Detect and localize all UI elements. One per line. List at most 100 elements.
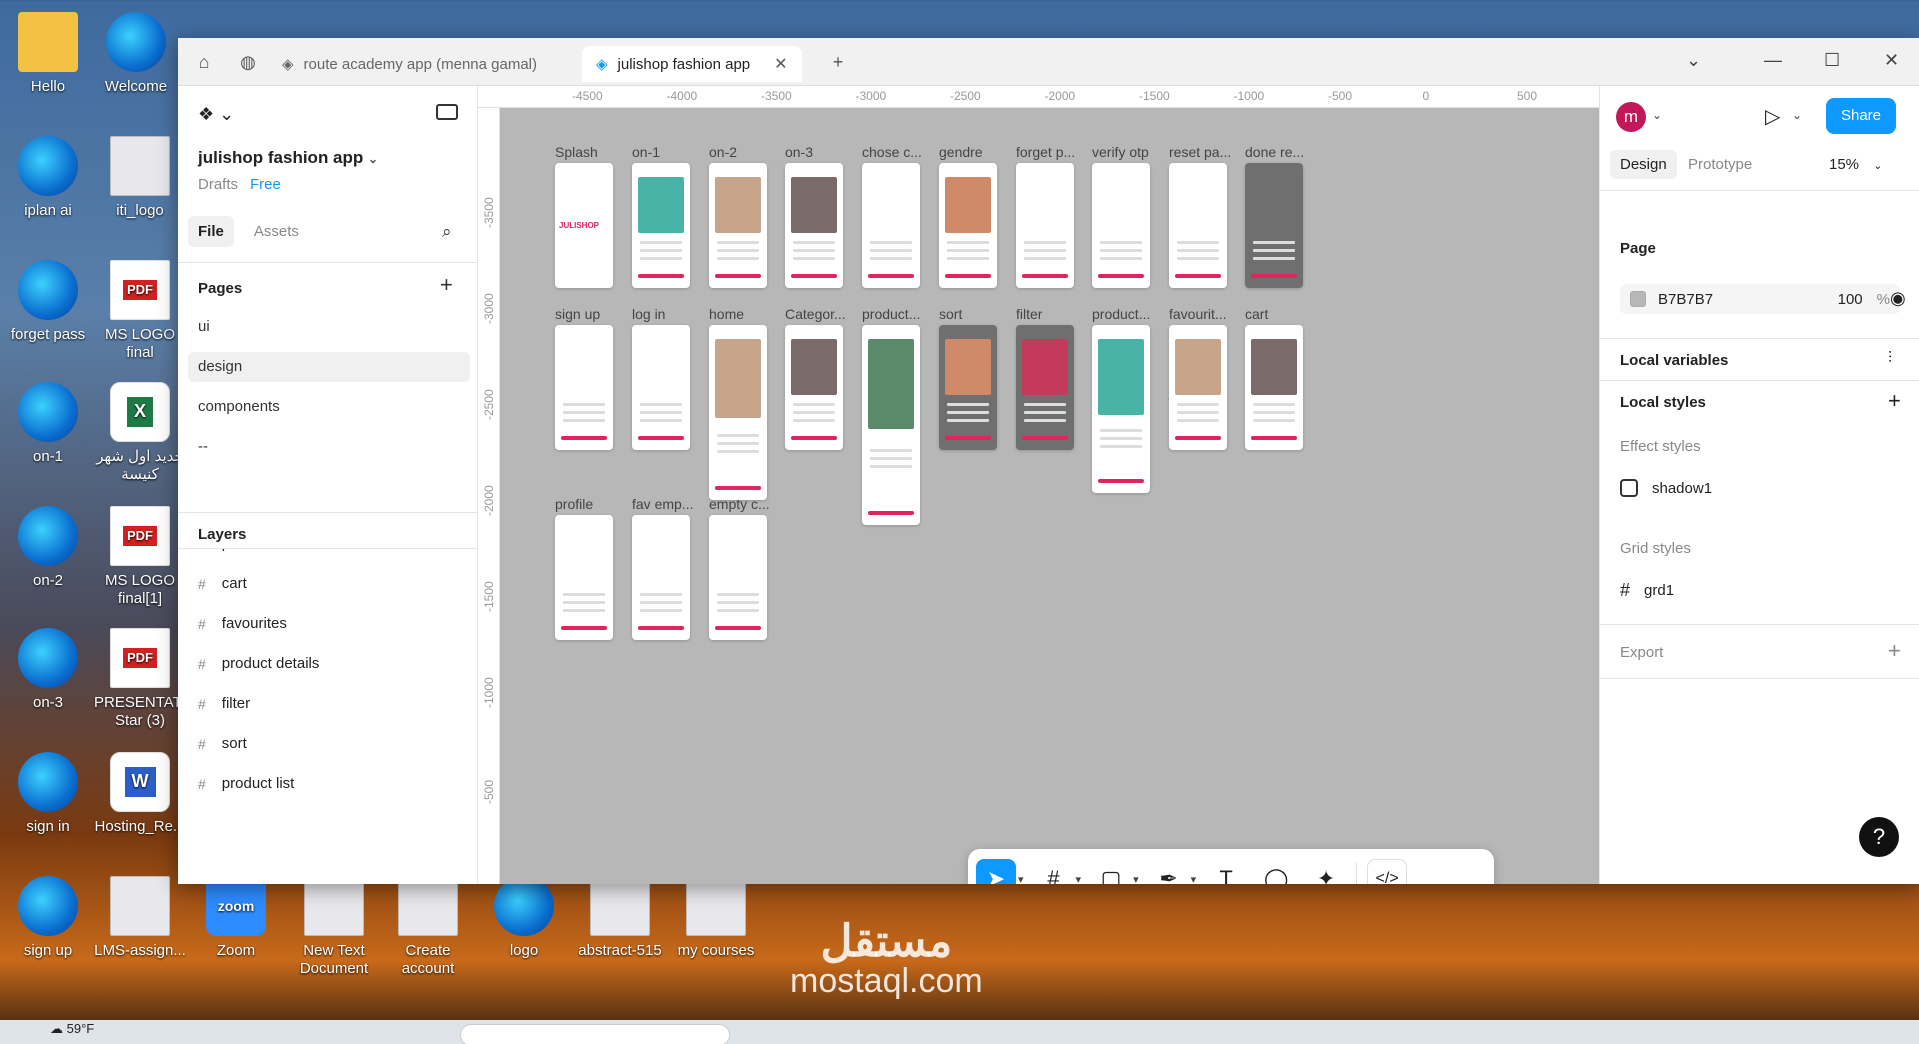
globe-icon[interactable]: ◍ bbox=[236, 50, 260, 74]
frame-label[interactable]: forget p... bbox=[1016, 144, 1075, 160]
layer-item[interactable]: # favourites bbox=[198, 615, 287, 632]
desktop-icon[interactable]: abstract-515 bbox=[572, 876, 668, 960]
present-play-icon[interactable]: ▷ bbox=[1765, 104, 1780, 129]
frame-label[interactable]: Categor... bbox=[785, 306, 846, 322]
frame-label[interactable]: profile bbox=[555, 496, 593, 512]
tab-prototype[interactable]: Prototype bbox=[1678, 150, 1762, 179]
chevron-down-icon[interactable]: ▾ bbox=[1191, 873, 1197, 885]
frame-label[interactable]: verify otp bbox=[1092, 144, 1149, 160]
close-tab-icon[interactable]: ✕ bbox=[774, 54, 787, 74]
color-swatch[interactable] bbox=[1630, 291, 1646, 307]
chevron-down-icon[interactable]: ⌄ bbox=[1652, 108, 1662, 122]
desktop-icon[interactable]: on-2 bbox=[0, 506, 96, 590]
chevron-down-icon[interactable]: ⌄ bbox=[1873, 160, 1882, 172]
actions-tool-icon[interactable]: ✦ bbox=[1306, 859, 1346, 884]
frame-thumbnail[interactable] bbox=[632, 325, 690, 450]
chevron-down-icon[interactable]: ⌄ bbox=[1792, 108, 1802, 122]
frame-label[interactable]: on-3 bbox=[785, 144, 813, 160]
frame-label[interactable]: sign up bbox=[555, 306, 600, 322]
frame-thumbnail[interactable] bbox=[785, 163, 843, 288]
eye-icon[interactable]: ◉ bbox=[1890, 288, 1906, 309]
figma-menu-icon[interactable]: ❖ ⌄ bbox=[198, 104, 234, 125]
frame-label[interactable]: log in bbox=[632, 306, 665, 322]
frame-tool-icon[interactable]: # bbox=[1034, 859, 1074, 884]
frame-label[interactable]: empty c... bbox=[709, 496, 770, 512]
page-color-value[interactable]: B7B7B7 bbox=[1658, 291, 1713, 308]
comment-tool-icon[interactable]: ◯ bbox=[1256, 859, 1296, 884]
file-name[interactable]: julishop fashion app ⌄ bbox=[198, 148, 378, 168]
move-tool-icon[interactable]: ➤ bbox=[976, 859, 1016, 884]
page-item[interactable]: design bbox=[188, 352, 470, 382]
rectangle-tool-icon[interactable]: ▢ bbox=[1091, 859, 1131, 884]
sidebar-toggle-icon[interactable] bbox=[436, 104, 458, 120]
layer-item[interactable]: # cart bbox=[198, 575, 247, 592]
frame-thumbnail[interactable] bbox=[862, 325, 920, 525]
add-export-icon[interactable]: + bbox=[1888, 638, 1901, 664]
frame-thumbnail[interactable] bbox=[1245, 325, 1303, 450]
new-tab-icon[interactable]: + bbox=[826, 50, 850, 74]
frame-label[interactable]: home bbox=[709, 306, 744, 322]
frame-thumbnail[interactable] bbox=[939, 163, 997, 288]
frame-thumbnail[interactable] bbox=[1169, 163, 1227, 288]
sliders-icon[interactable]: ⫶ bbox=[1888, 350, 1892, 368]
close-window-icon[interactable]: ✕ bbox=[1884, 50, 1899, 71]
frame-thumbnail[interactable]: JULISHOP bbox=[555, 163, 613, 288]
tab-route-academy[interactable]: ◈ route academy app (menna gamal) bbox=[268, 46, 551, 82]
avatar[interactable]: m bbox=[1616, 102, 1646, 132]
desktop-icon[interactable]: W Hosting_Re... bbox=[92, 752, 188, 836]
frame-label[interactable]: chose c... bbox=[862, 144, 922, 160]
frame-label[interactable]: sort bbox=[939, 306, 962, 322]
desktop-icon[interactable]: on-1 bbox=[0, 382, 96, 466]
frame-thumbnail[interactable] bbox=[1092, 325, 1150, 493]
chevron-down-icon[interactable]: ▾ bbox=[1076, 873, 1082, 885]
frame-thumbnail[interactable] bbox=[1245, 163, 1303, 288]
desktop-icon[interactable]: zoom Zoom bbox=[188, 876, 284, 960]
desktop-icon[interactable]: sign in bbox=[0, 752, 96, 836]
frame-thumbnail[interactable] bbox=[939, 325, 997, 450]
export-heading[interactable]: Export bbox=[1620, 644, 1663, 661]
layer-item[interactable]: # profile bbox=[198, 549, 263, 552]
search-icon[interactable]: ⌕ bbox=[442, 222, 452, 242]
frame-thumbnail[interactable] bbox=[709, 515, 767, 640]
frame-label[interactable]: gendre bbox=[939, 144, 983, 160]
share-button[interactable]: Share bbox=[1826, 98, 1896, 134]
home-icon[interactable]: ⌂ bbox=[192, 50, 216, 74]
frame-thumbnail[interactable] bbox=[709, 325, 767, 500]
chevron-down-icon[interactable]: ▾ bbox=[1133, 873, 1139, 885]
desktop-icon[interactable]: iplan ai bbox=[0, 136, 96, 220]
frame-thumbnail[interactable] bbox=[1016, 325, 1074, 450]
tab-assets[interactable]: Assets bbox=[244, 216, 309, 247]
weather-widget[interactable]: ☁ 59°F bbox=[50, 1021, 94, 1037]
frame-thumbnail[interactable] bbox=[1016, 163, 1074, 288]
frame-label[interactable]: cart bbox=[1245, 306, 1268, 322]
desktop-icon[interactable]: my courses bbox=[668, 876, 764, 960]
zoom-level[interactable]: 15% ⌄ bbox=[1829, 156, 1882, 173]
taskbar-search[interactable] bbox=[460, 1024, 730, 1044]
desktop-icon[interactable]: sign up bbox=[0, 876, 96, 960]
frame-thumbnail[interactable] bbox=[1169, 325, 1227, 450]
tab-julishop[interactable]: ◈ julishop fashion app ✕ bbox=[582, 46, 802, 82]
chevron-down-icon[interactable]: ▾ bbox=[1018, 873, 1024, 885]
frame-thumbnail[interactable] bbox=[785, 325, 843, 450]
frame-thumbnail[interactable] bbox=[1092, 163, 1150, 288]
desktop-icon[interactable]: New Text Document bbox=[286, 876, 382, 978]
frame-thumbnail[interactable] bbox=[632, 163, 690, 288]
page-item[interactable]: -- bbox=[188, 432, 470, 462]
frame-label[interactable]: filter bbox=[1016, 306, 1042, 322]
desktop-icon[interactable]: X جديد اول شهر كنيسة bbox=[92, 382, 188, 484]
desktop-icon[interactable]: forget pass bbox=[0, 260, 96, 344]
frame-thumbnail[interactable] bbox=[555, 325, 613, 450]
desktop-icon[interactable]: iti_logo bbox=[92, 136, 188, 220]
frame-label[interactable]: product... bbox=[862, 306, 920, 322]
frame-label[interactable]: fav emp... bbox=[632, 496, 693, 512]
frame-label[interactable]: done re... bbox=[1245, 144, 1304, 160]
page-item[interactable]: ui bbox=[188, 312, 470, 342]
add-style-icon[interactable]: + bbox=[1888, 388, 1901, 414]
page-fill-row[interactable]: B7B7B7 100 % bbox=[1620, 284, 1900, 314]
layer-item[interactable]: # sort bbox=[198, 735, 247, 752]
add-page-icon[interactable]: + bbox=[440, 272, 453, 298]
frame-thumbnail[interactable] bbox=[632, 515, 690, 640]
tab-design[interactable]: Design bbox=[1610, 150, 1677, 179]
desktop-icon[interactable]: Create account bbox=[380, 876, 476, 978]
layer-item[interactable]: # product details bbox=[198, 655, 319, 672]
